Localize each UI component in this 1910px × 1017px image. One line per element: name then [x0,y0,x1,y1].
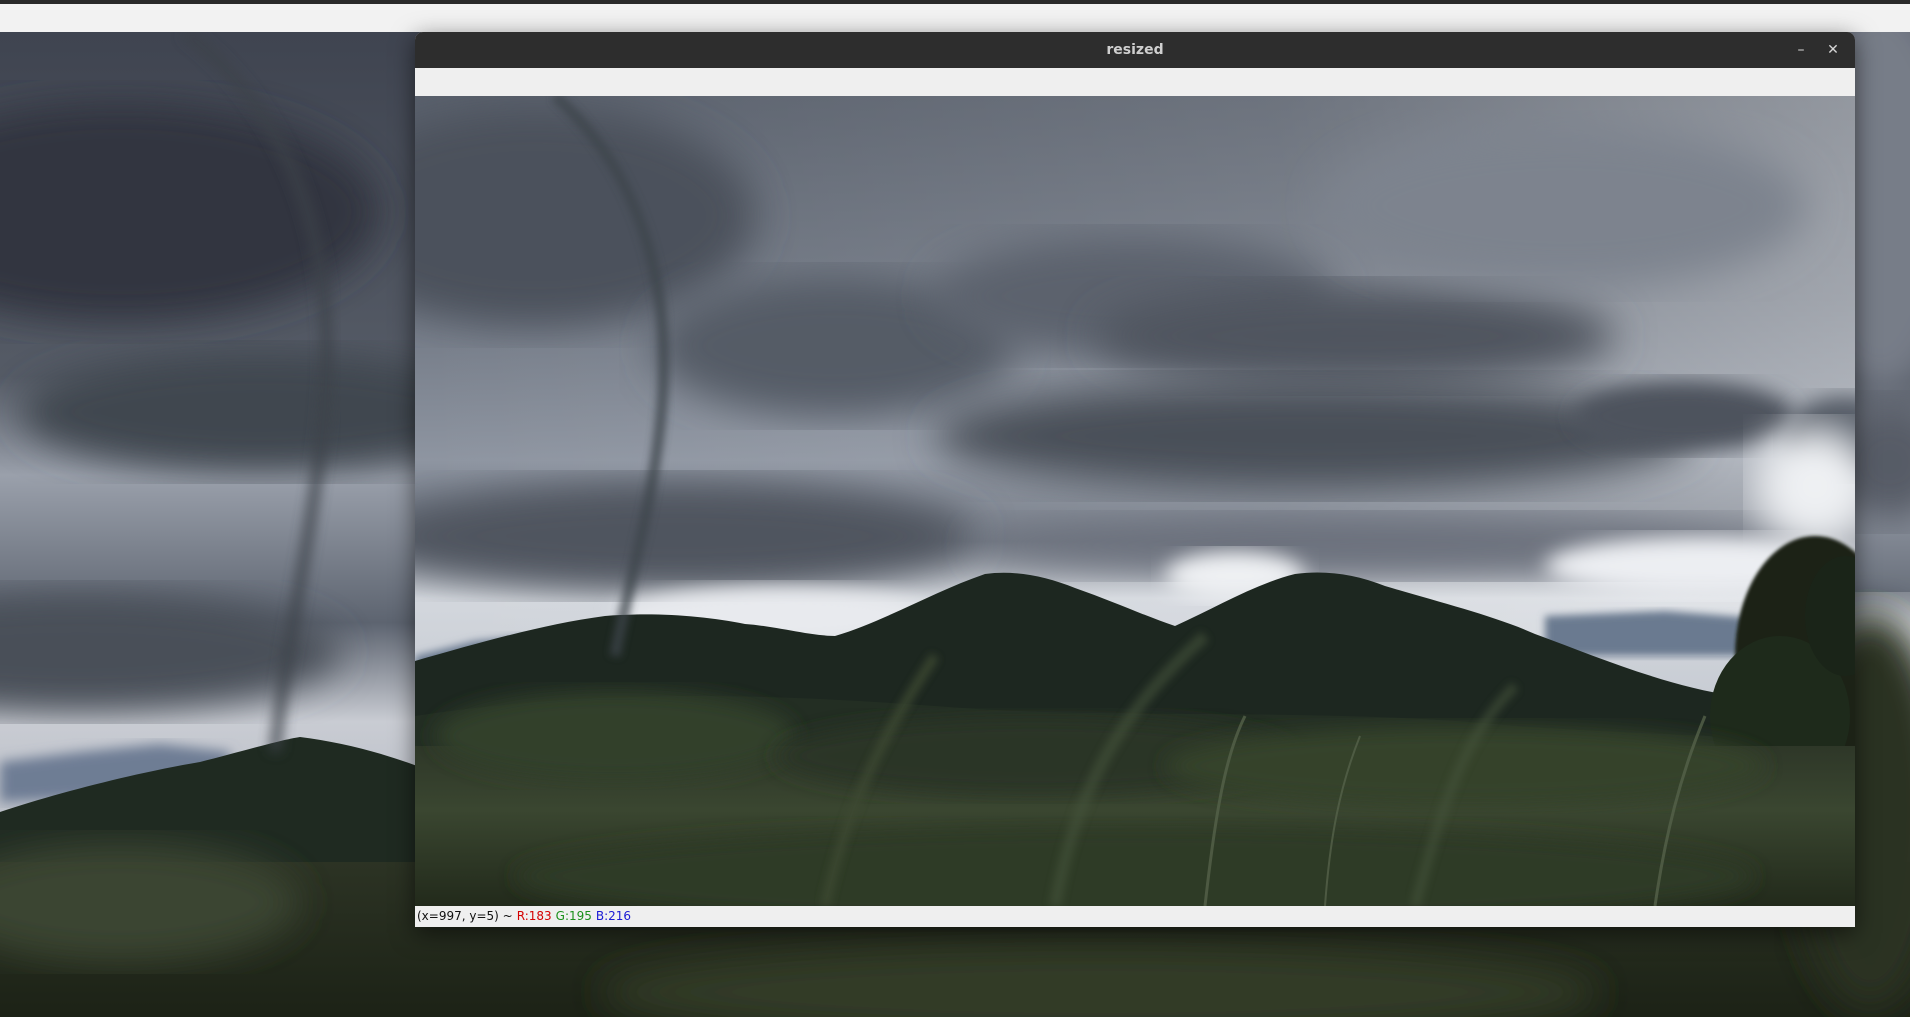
window-toolbar [415,68,1855,96]
resized-window[interactable]: resized – ✕ (x=997, y=5) ~ R:183 G:195 B… [415,32,1855,927]
close-icon[interactable]: ✕ [1819,32,1847,68]
cursor-coordinates: (x=997, y=5) ~ [417,909,513,923]
pixel-blue-value: B:216 [595,909,632,923]
window-titlebar[interactable]: resized – ✕ [415,32,1855,68]
pixel-green-value: G:195 [555,909,592,923]
status-bar: (x=997, y=5) ~ R:183 G:195 B:216 [415,906,1855,927]
image-canvas[interactable] [415,96,1855,906]
pixel-red-value: R:183 [516,909,552,923]
minimize-icon[interactable]: – [1787,32,1815,68]
landscape-image [415,96,1855,906]
window-title: resized [1106,42,1164,58]
desktop: resized – ✕ (x=997, y=5) ~ R:183 G:195 B… [0,0,1910,1017]
top-panel [0,0,1910,32]
